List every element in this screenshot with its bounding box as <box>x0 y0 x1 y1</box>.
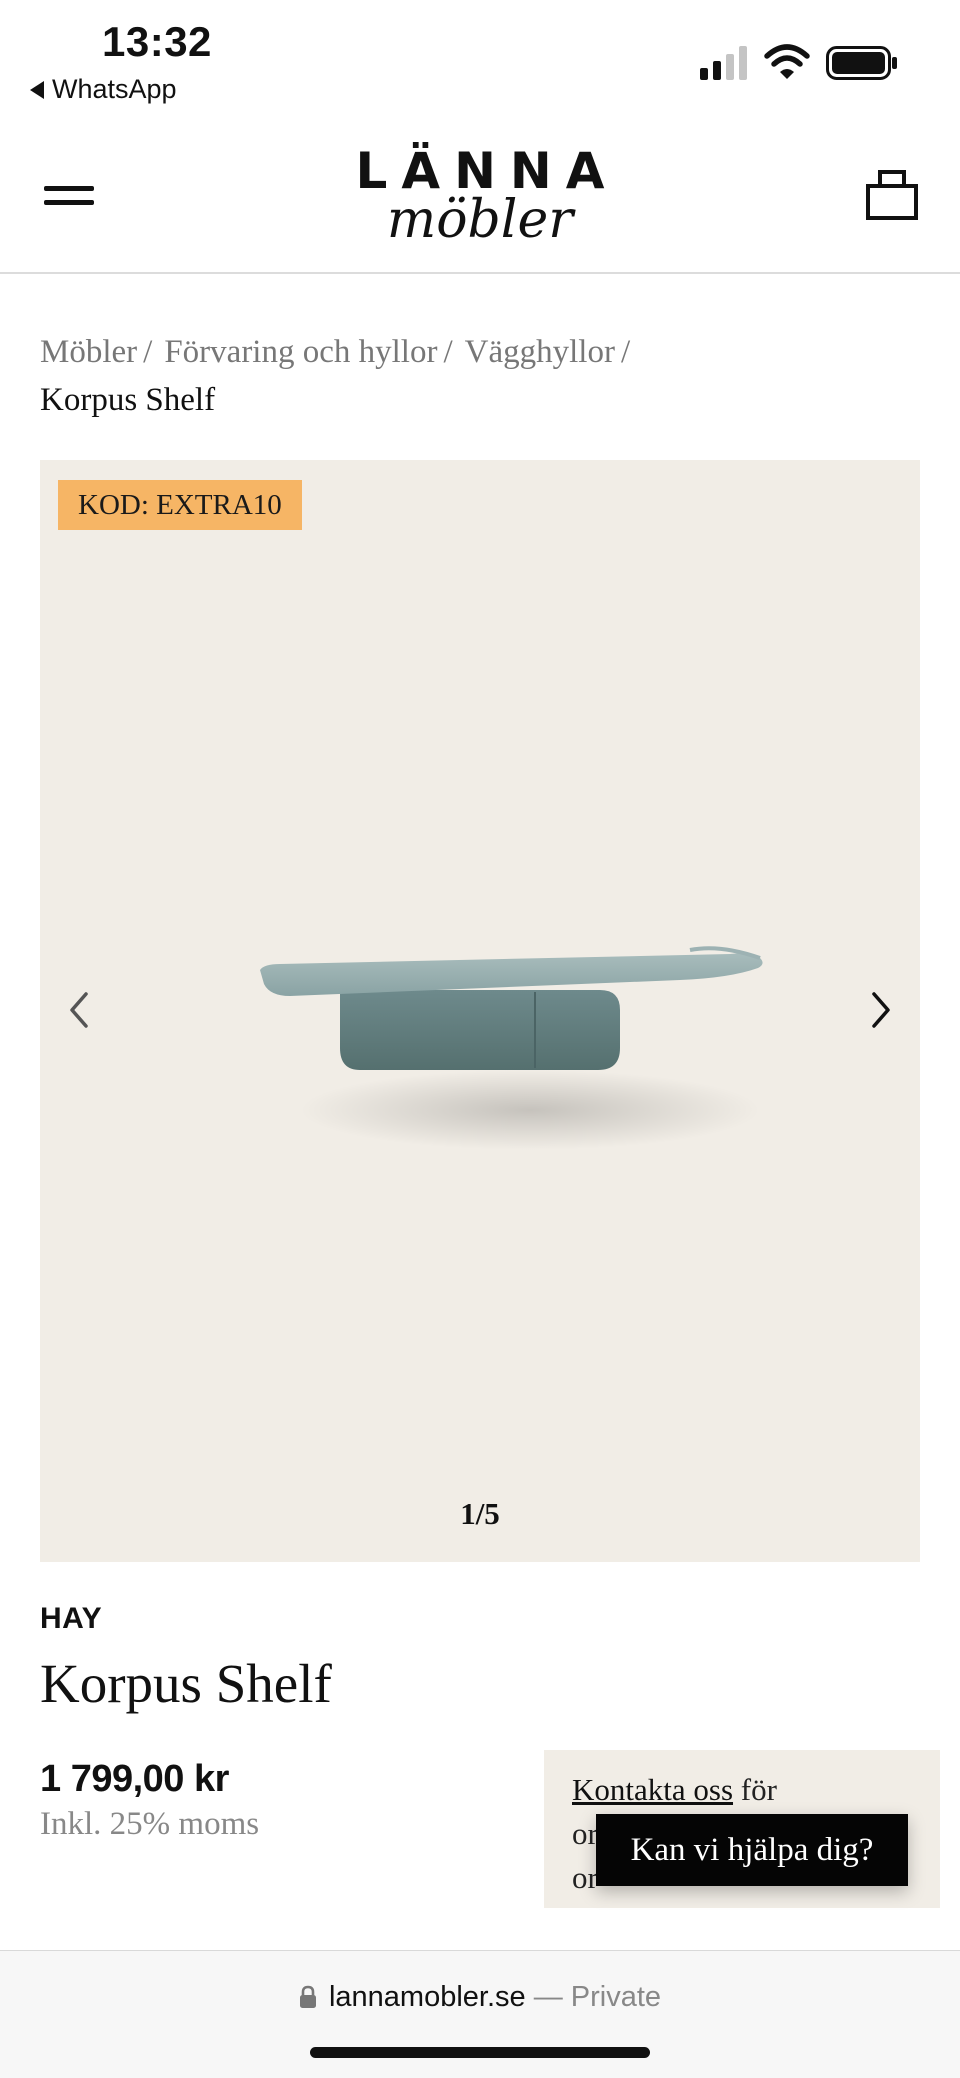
contact-text: för <box>740 1772 777 1807</box>
logo-wordmark: LÄNNA <box>355 142 619 200</box>
breadcrumb-item-vagghyllor[interactable]: Vägghyllor <box>465 334 615 370</box>
breadcrumb: Möbler / Förvaring och hyllor / Vägghyllor / … <box>40 328 920 424</box>
contact-link[interactable]: Kontakta oss <box>572 1772 733 1807</box>
breadcrumb-separator: / <box>620 334 631 370</box>
chat-help-button[interactable]: Kan vi hjälpa dig? <box>596 1814 908 1886</box>
url-domain: lannamobler.se <box>328 1981 526 2013</box>
url-display[interactable]: lannamobler.se — Private <box>0 1981 960 2014</box>
image-counter: 1/5 <box>460 1496 500 1531</box>
wifi-icon <box>764 44 810 79</box>
shopping-bag-icon[interactable] <box>866 168 918 220</box>
chevron-right-icon[interactable] <box>860 986 900 1034</box>
product-title: Korpus Shelf <box>40 1653 332 1714</box>
site-logo[interactable]: LÄNNA möbler <box>320 146 640 246</box>
private-label: — Private <box>533 1981 662 2013</box>
product-brand[interactable]: HAY <box>40 1602 102 1636</box>
breadcrumb-item-mobler[interactable]: Möbler <box>40 334 137 370</box>
breadcrumb-item-forvaring[interactable]: Förvaring och hyllor <box>164 334 437 370</box>
battery-icon <box>826 46 897 80</box>
chevron-left-icon[interactable] <box>60 986 100 1034</box>
breadcrumb-separator: / <box>443 334 453 370</box>
back-to-app[interactable]: WhatsApp <box>30 74 177 105</box>
back-triangle-icon <box>30 80 44 99</box>
vat-note: Inkl. 25% moms <box>40 1806 260 1842</box>
menu-icon-line <box>44 200 94 205</box>
wall-shelf-product-image <box>260 946 763 1150</box>
promo-code-badge: KOD: EXTRA10 <box>58 480 302 530</box>
breadcrumb-current: Korpus Shelf <box>40 382 216 418</box>
home-indicator[interactable] <box>310 2047 650 2058</box>
back-app-label: WhatsApp <box>52 74 177 104</box>
browser-url-bar[interactable]: lannamobler.se — Private <box>0 1950 960 2078</box>
breadcrumb-separator: / <box>143 334 153 370</box>
product-gallery[interactable]: KOD: EXTRA10 1/5 <box>40 460 920 1562</box>
menu-icon <box>44 186 94 191</box>
signal-icon <box>700 46 747 80</box>
site-header: LÄNNA möbler <box>0 130 960 274</box>
status-time: 13:32 <box>102 18 212 65</box>
product-price: 1 799,00 kr <box>40 1758 229 1800</box>
menu-button[interactable] <box>44 176 96 216</box>
logo-subtitle: möbler <box>386 190 574 250</box>
lock-icon <box>299 1985 316 2008</box>
